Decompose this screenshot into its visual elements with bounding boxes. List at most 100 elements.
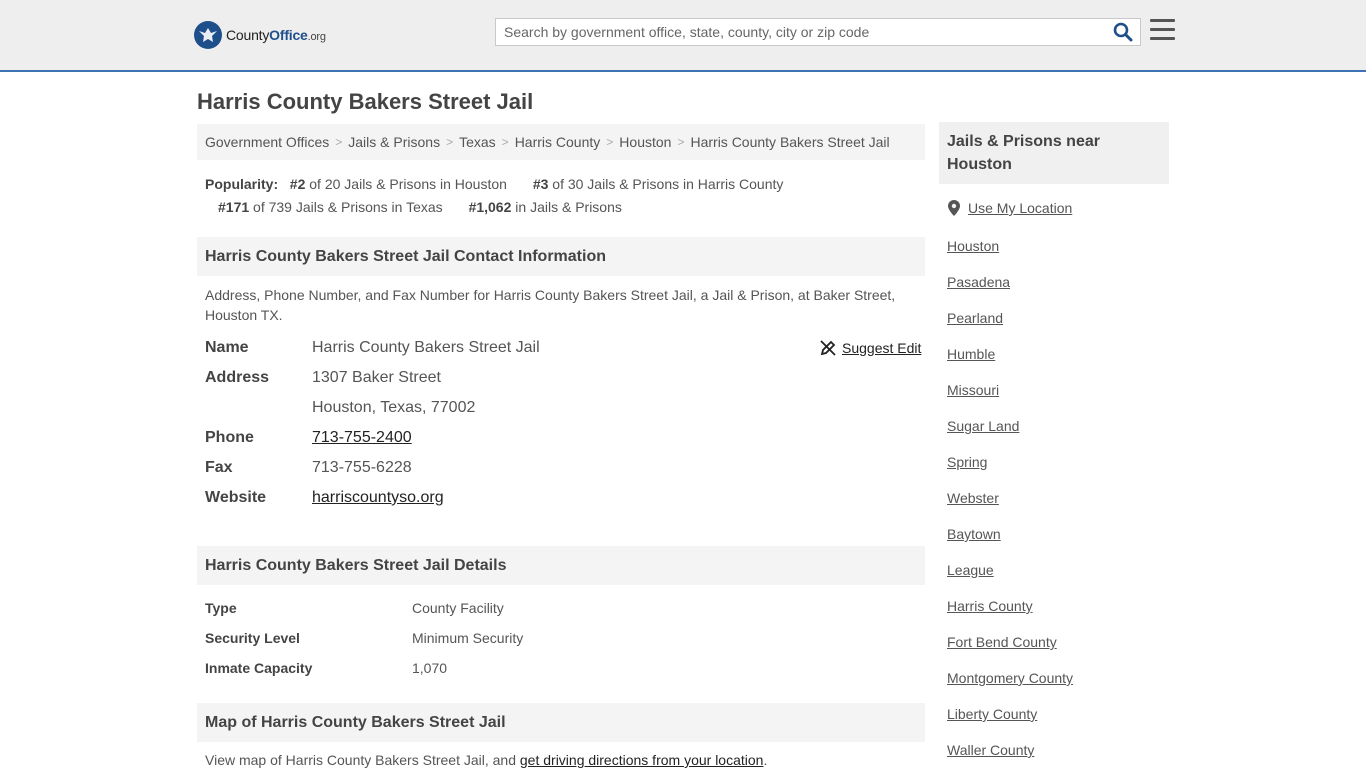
list-item: Webster [947,488,1073,524]
popularity-block: Popularity: #2 of 20 Jails & Prisons in … [205,173,905,219]
nearby-link[interactable]: Montgomery County [947,670,1073,686]
nearby-link[interactable]: Pearland [947,310,1003,326]
nearby-link[interactable]: Humble [947,346,995,362]
popularity-item: #1,062 in Jails & Prisons [468,199,622,215]
page-title: Harris County Bakers Street Jail [197,89,534,114]
nearby-link[interactable]: Spring [947,454,987,470]
use-location: Use My Location [948,200,1072,216]
search-button[interactable] [1112,22,1134,44]
detail-row-security: Security Level Minimum Security [205,628,523,648]
list-item: Missouri [947,380,1073,416]
popularity-label: Popularity: [205,176,279,192]
breadcrumb-texas[interactable]: Texas [459,134,496,150]
list-item: Baytown [947,524,1073,560]
chevron-right-icon: > [606,135,614,149]
detail-row-type: Type County Facility [205,598,504,618]
contact-name-row: Name Harris County Bakers Street Jail [205,333,540,363]
breadcrumb-houston[interactable]: Houston [619,134,671,150]
nearby-link[interactable]: Harris County [947,598,1033,614]
detail-value: Minimum Security [412,630,524,646]
list-item: Houston [947,236,1073,272]
breadcrumb-current: Harris County Bakers Street Jail [690,134,890,150]
nearby-link[interactable]: League [947,562,994,578]
chevron-right-icon: > [446,135,454,149]
hamburger-menu-icon[interactable] [1150,19,1175,41]
phone-link[interactable]: 713-755-2400 [312,429,412,446]
search-input[interactable] [496,19,1096,45]
nearby-link[interactable]: Missouri [947,382,999,398]
list-item: Fort Bend County [947,632,1073,668]
details-heading: Harris County Bakers Street Jail Details [197,546,925,585]
address-line2: Houston, Texas, 77002 [312,399,476,416]
fax-label: Fax [205,459,233,476]
nearby-link[interactable]: Waller County [947,742,1034,758]
name-label: Name [205,339,249,356]
contact-phone-row: Phone 713-755-2400 [205,423,412,453]
search-bar [495,18,1141,46]
contact-description: Address, Phone Number, and Fax Number fo… [205,287,896,323]
edit-pencil-icon [820,340,836,356]
use-my-location-link[interactable]: Use My Location [968,200,1072,216]
website-link[interactable]: harriscountyso.org [312,489,444,506]
popularity-item: #3 of 30 Jails & Prisons in Harris Count… [532,176,784,192]
list-item: Spring [947,452,1073,488]
chevron-right-icon: > [677,135,685,149]
nearby-link[interactable]: Pasadena [947,274,1010,290]
map-description: View map of Harris County Bakers Street … [205,752,768,768]
popularity-item: #2 of 20 Jails & Prisons in Houston [289,176,507,192]
nearby-link[interactable]: Baytown [947,526,1001,542]
list-item: League [947,560,1073,596]
nearby-link[interactable]: Sugar Land [947,418,1019,434]
phone-label: Phone [205,429,254,446]
suggest-edit-link[interactable]: Suggest Edit [842,340,921,356]
detail-label: Inmate Capacity [205,660,313,676]
logo-tld: .org [307,31,326,43]
nearby-list: Houston Pasadena Pearland Humble Missour… [947,236,1073,768]
chevron-right-icon: > [501,135,509,149]
eagle-seal-icon [194,21,222,49]
nearby-link[interactable]: Liberty County [947,706,1037,722]
list-item: Pearland [947,308,1073,344]
breadcrumb: Government Offices > Jails & Prisons > T… [197,124,925,160]
fax-value: 713-755-6228 [312,459,412,476]
suggest-edit: Suggest Edit [820,340,921,356]
list-item: Montgomery County [947,668,1073,704]
detail-label: Type [205,600,237,616]
list-item: Waller County [947,740,1073,768]
breadcrumb-harris-county[interactable]: Harris County [515,134,601,150]
list-item: Harris County [947,596,1073,632]
detail-value: 1,070 [412,660,448,676]
address-label: Address [205,369,270,386]
contact-address-row: Address 1307 Baker Street [205,363,441,393]
breadcrumb-government-offices[interactable]: Government Offices [205,134,329,150]
contact-fax-row: Fax 713-755-6228 [205,453,412,483]
contact-address-row-2: Houston, Texas, 77002 [205,393,475,423]
driving-directions-link[interactable]: get driving directions from your locatio… [520,752,764,768]
nearby-link[interactable]: Webster [947,490,999,506]
detail-label: Security Level [205,630,300,646]
nearby-link[interactable]: Houston [947,238,999,254]
list-item: Liberty County [947,704,1073,740]
map-pin-icon [948,200,960,216]
breadcrumb-jails-prisons[interactable]: Jails & Prisons [348,134,440,150]
list-item: Sugar Land [947,416,1073,452]
site-logo[interactable]: CountyOffice.org [194,21,326,49]
detail-row-capacity: Inmate Capacity 1,070 [205,658,447,678]
address-line1: 1307 Baker Street [312,369,441,386]
search-icon [1113,22,1133,42]
list-item: Pasadena [947,272,1073,308]
logo-main: County [226,27,270,43]
map-heading: Map of Harris County Bakers Street Jail [197,703,925,742]
chevron-right-icon: > [335,135,343,149]
detail-value: County Facility [412,600,504,616]
website-label: Website [205,489,267,506]
popularity-item: #171 of 739 Jails & Prisons in Texas [218,199,443,215]
name-value: Harris County Bakers Street Jail [312,339,540,356]
contact-heading: Harris County Bakers Street Jail Contact… [197,237,925,276]
contact-website-row: Website harriscountyso.org [205,483,444,513]
logo-brand: Office [269,27,308,43]
nearby-link[interactable]: Fort Bend County [947,634,1057,650]
logo-text: CountyOffice.org [226,27,326,43]
top-header: CountyOffice.org [0,0,1366,72]
sidebar-heading: Jails & Prisons near Houston [939,122,1169,184]
